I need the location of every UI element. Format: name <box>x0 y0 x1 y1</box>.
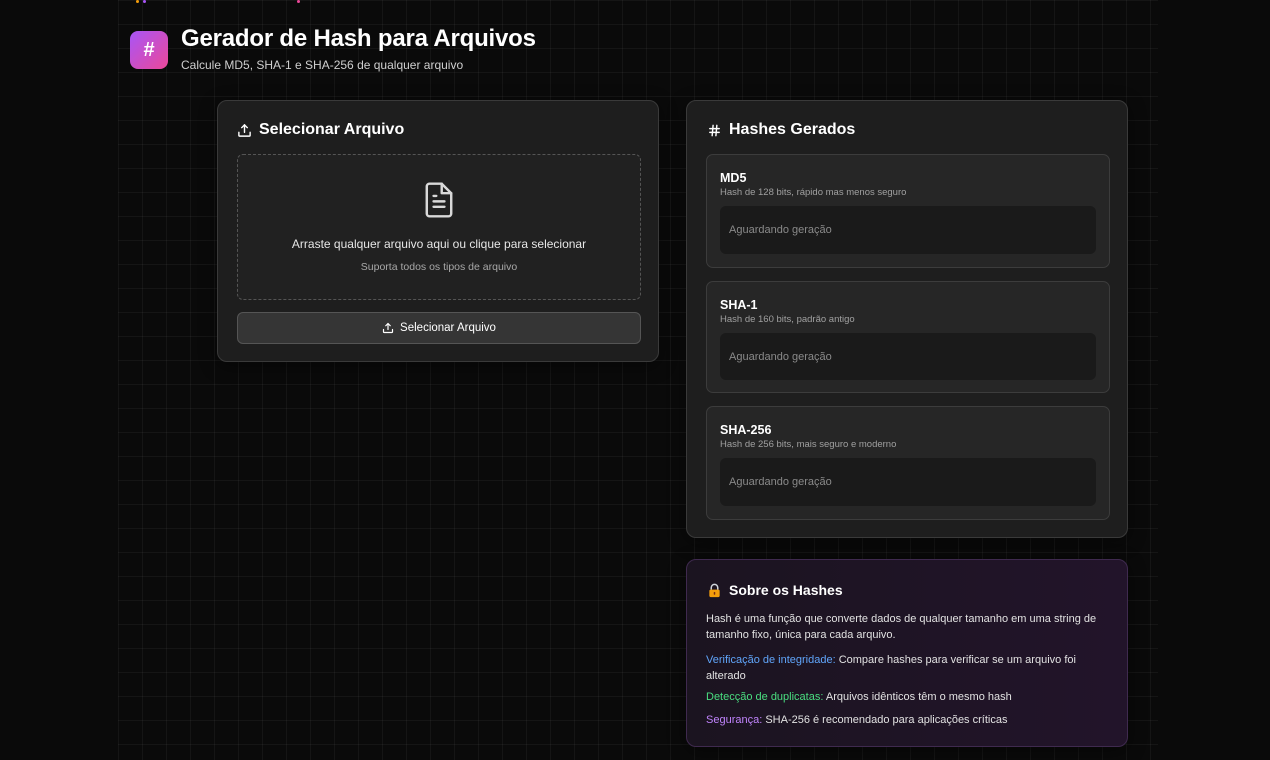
app-header: # Gerador de Hash para Arquivos Calcule … <box>130 26 536 72</box>
hash-output-sha1[interactable]: Aguardando geração <box>720 333 1096 380</box>
lock-icon <box>709 583 720 597</box>
about-point-text: Arquivos idênticos têm o mesmo hash <box>823 691 1012 703</box>
about-point-duplicates: Detecção de duplicatas: Arquivos idêntic… <box>706 689 1111 705</box>
hash-description: Hash de 256 bits, mais seguro e moderno <box>720 439 897 450</box>
about-card-title: Sobre os Hashes <box>707 582 843 598</box>
select-file-button[interactable]: Selecionar Arquivo <box>237 312 641 344</box>
hash-item-sha256: SHA-256 Hash de 256 bits, mais seguro e … <box>706 406 1110 520</box>
select-file-button-label: Selecionar Arquivo <box>400 322 496 334</box>
upload-card-title: Selecionar Arquivo <box>237 121 404 139</box>
top-edge-decoration <box>0 0 1270 4</box>
upload-card-title-label: Selecionar Arquivo <box>259 121 405 138</box>
about-point-key: Verificação de integridade: <box>706 654 836 666</box>
about-point-text: SHA-256 é recomendado para aplicações cr… <box>762 714 1008 726</box>
hash-output-md5[interactable]: Aguardando geração <box>720 206 1096 254</box>
upload-card: Selecionar Arquivo Arraste qualquer arqu… <box>217 100 659 362</box>
about-intro: Hash é uma função que converte dados de … <box>706 613 1097 641</box>
header-text: Gerador de Hash para Arquivos Calcule MD… <box>181 25 536 73</box>
about-point-key: Detecção de duplicatas: <box>706 691 824 703</box>
about-point-integrity: Verificação de integridade: Compare hash… <box>706 652 1111 684</box>
page: # Gerador de Hash para Arquivos Calcule … <box>0 0 1270 760</box>
hash-description: Hash de 128 bits, rápido mas menos segur… <box>720 187 907 198</box>
hash-logo-icon: # <box>130 31 168 69</box>
file-dropzone[interactable]: Arraste qualquer arquivo aqui ou clique … <box>237 154 641 300</box>
page-title: Gerador de Hash para Arquivos <box>181 25 536 52</box>
about-point-key: Segurança: <box>706 714 763 726</box>
hash-icon <box>709 124 720 136</box>
about-point-security: Segurança: SHA-256 é recomendado para ap… <box>706 712 1111 728</box>
hash-item-md5: MD5 Hash de 128 bits, rápido mas menos s… <box>706 154 1110 268</box>
hash-name: MD5 <box>720 171 747 185</box>
hashes-card-title-label: Hashes Gerados <box>729 121 856 138</box>
hash-output-sha256[interactable]: Aguardando geração <box>720 458 1096 506</box>
upload-icon <box>382 322 394 334</box>
hash-item-sha1: SHA-1 Hash de 160 bits, padrão antigo Ag… <box>706 281 1110 393</box>
page-subtitle: Calcule MD5, SHA-1 e SHA-256 de qualquer… <box>181 58 464 72</box>
hashes-card-title: Hashes Gerados <box>707 121 855 139</box>
about-hashes-card: Sobre os Hashes Hash é uma função que co… <box>686 559 1128 747</box>
hash-description: Hash de 160 bits, padrão antigo <box>720 314 855 325</box>
upload-icon <box>238 123 251 137</box>
hash-name: SHA-1 <box>720 298 758 312</box>
dropzone-instructions: Arraste qualquer arquivo aqui ou clique … <box>291 237 587 251</box>
hashes-card: Hashes Gerados MD5 Hash de 128 bits, ráp… <box>686 100 1128 538</box>
dropzone-hint: Suporta todos os tipos de arquivo <box>360 261 518 273</box>
about-card-title-label: Sobre os Hashes <box>729 582 843 598</box>
hash-name: SHA-256 <box>720 423 772 437</box>
file-document-icon <box>425 182 453 218</box>
